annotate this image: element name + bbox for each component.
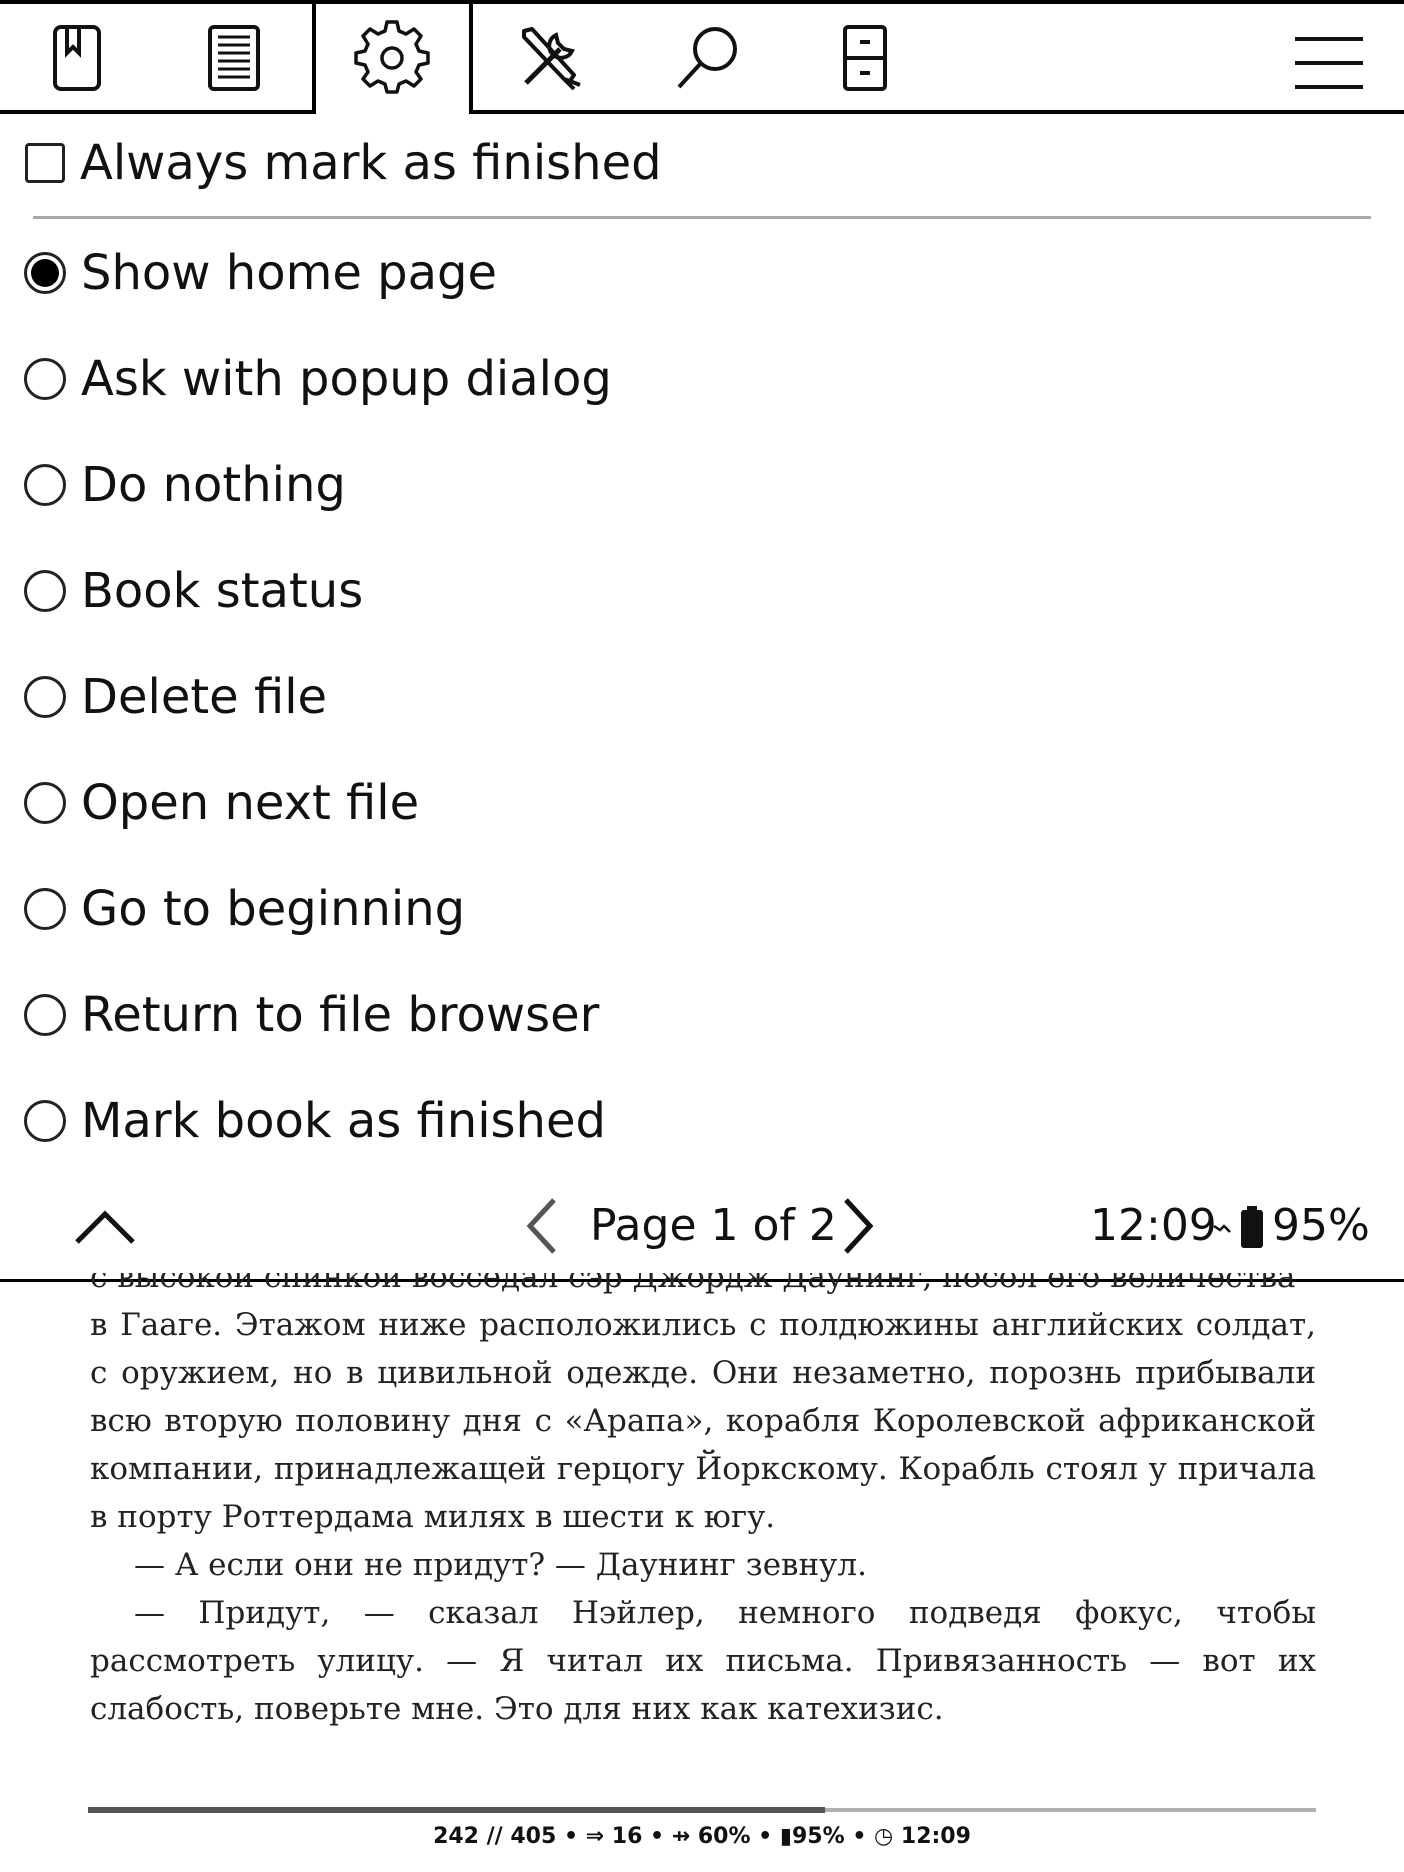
option-label: Delete file (81, 669, 328, 725)
option-label: Mark book as finished (81, 1093, 606, 1149)
page-indicator: Page 1 of 2 (590, 1200, 837, 1251)
book-paragraph: в Гааге. Этажом ниже расположились с пол… (90, 1307, 1316, 1535)
tools-icon[interactable] (505, 12, 595, 102)
radio[interactable] (24, 888, 66, 930)
wifi-off-icon (1212, 1220, 1232, 1236)
checkbox-box[interactable] (25, 143, 65, 183)
search-icon[interactable] (662, 12, 752, 102)
cabinet-icon[interactable] (820, 12, 910, 102)
clipped-line: с высокой спинкой восседал сэр Джордж Да… (90, 1273, 1296, 1295)
option-label: Open next file (81, 775, 420, 831)
battery-icon (1240, 1206, 1264, 1250)
option-label: Go to beginning (81, 881, 466, 937)
radio-selected[interactable] (24, 252, 66, 294)
chevron-up-icon[interactable] (72, 1200, 138, 1250)
radio[interactable] (24, 570, 66, 612)
clock: 12:09 (1090, 1200, 1217, 1251)
always-mark-finished-checkbox[interactable]: Always mark as finished (0, 113, 662, 213)
chevron-left-icon[interactable] (520, 1196, 560, 1256)
option-label: Book status (81, 563, 364, 619)
book-paragraph: — А если они не придут? — Даунинг зевнул… (134, 1547, 867, 1583)
option-label: Show home page (81, 245, 497, 301)
option-label: Do nothing (81, 457, 346, 513)
hamburger-icon[interactable] (1282, 12, 1372, 102)
option-do-nothing[interactable]: Do nothing (0, 435, 346, 535)
book-text: с высокой спинкой восседал сэр Джордж Да… (90, 1273, 1316, 1733)
radio[interactable] (24, 676, 66, 718)
battery-percent: 95% (1272, 1200, 1370, 1251)
document-lines-icon[interactable] (189, 12, 279, 102)
radio[interactable] (24, 994, 66, 1036)
option-label: Return to file browser (81, 987, 600, 1043)
radio[interactable] (24, 1100, 66, 1142)
option-show-home-page[interactable]: Show home page (0, 223, 497, 323)
divider (33, 216, 1371, 219)
tab-bar (0, 0, 1404, 116)
option-book-status[interactable]: Book status (0, 541, 363, 641)
status-line: 242 // 405 • ⇒ 16 • ⇸ 60% • ▮95% • ◷ 12:… (433, 1824, 971, 1849)
option-open-next-file[interactable]: Open next file (0, 753, 419, 853)
option-delete-file[interactable]: Delete file (0, 647, 327, 747)
bookmark-icon[interactable] (32, 12, 122, 102)
chevron-right-icon[interactable] (840, 1196, 880, 1256)
radio[interactable] (24, 358, 66, 400)
menu-footer: Page 1 of 2 12:09 95% (0, 1180, 1404, 1280)
radio[interactable] (24, 782, 66, 824)
option-return-file-browser[interactable]: Return to file browser (0, 965, 599, 1065)
radio[interactable] (24, 464, 66, 506)
gear-icon[interactable] (347, 12, 437, 102)
option-ask-popup[interactable]: Ask with popup dialog (0, 329, 612, 429)
option-go-to-beginning[interactable]: Go to beginning (0, 859, 465, 959)
checkbox-label: Always mark as finished (80, 135, 662, 191)
option-label: Ask with popup dialog (81, 351, 612, 407)
book-paragraph: — Придут, — сказал Нэйлер, немного подве… (90, 1595, 1316, 1727)
reading-progress-fill (88, 1807, 825, 1813)
option-mark-book-finished[interactable]: Mark book as finished (0, 1071, 606, 1171)
